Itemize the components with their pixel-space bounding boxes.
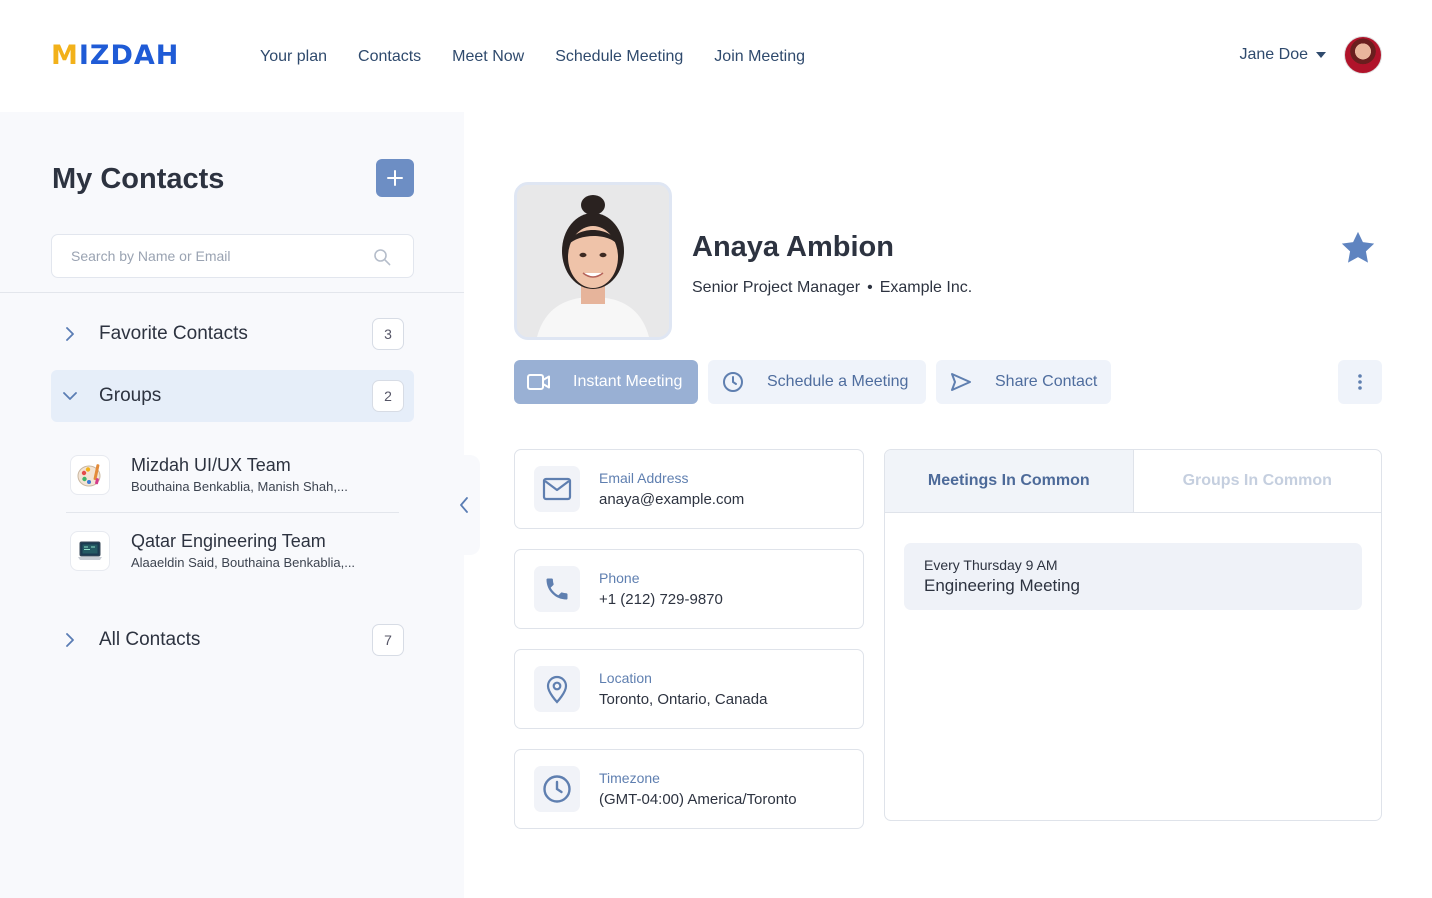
favorite-contacts-count: 3 [372, 318, 404, 350]
chevron-right-icon [63, 327, 77, 341]
chevron-left-icon [460, 497, 468, 513]
add-contact-button[interactable] [376, 159, 414, 197]
all-contacts-section[interactable]: All Contacts 7 [51, 614, 414, 666]
timezone-card: Timezone (GMT-04:00) America/Toronto [514, 749, 864, 829]
group-item-qatar-engineering[interactable]: Qatar Engineering Team Alaaeldin Said, B… [66, 519, 399, 583]
top-header: MIZDAH Your plan Contacts Meet Now Sched… [0, 0, 1432, 112]
email-label: Email Address [599, 469, 689, 486]
location-value: Toronto, Ontario, Canada [599, 690, 768, 708]
instant-meeting-label: Instant Meeting [573, 373, 683, 390]
sidebar-title: My Contacts [52, 163, 225, 195]
contact-subtitle: Senior Project Manager • Example Inc. [692, 278, 972, 298]
clock-icon [721, 370, 745, 394]
contact-job-title: Senior Project Manager [692, 279, 861, 296]
logo-m-letter: M [51, 40, 79, 71]
in-common-panel: Meetings In Common Groups In Common Ever… [884, 449, 1382, 821]
groups-label: Groups [99, 385, 162, 406]
collapse-sidebar-button[interactable] [448, 455, 480, 555]
email-card: Email Address anaya@example.com [514, 449, 864, 529]
chevron-down-icon [63, 389, 77, 403]
tab-groups-in-common[interactable]: Groups In Common [1134, 450, 1382, 512]
email-value[interactable]: anaya@example.com [599, 490, 744, 510]
more-vertical-icon [1358, 374, 1362, 390]
sidebar-divider [0, 292, 464, 293]
favorite-contacts-section[interactable]: Favorite Contacts 3 [51, 308, 414, 360]
mizdah-logo[interactable]: MIZDAH [51, 42, 179, 69]
instant-meeting-button[interactable]: Instant Meeting [514, 360, 698, 404]
user-avatar[interactable] [1344, 36, 1382, 74]
nav-your-plan[interactable]: Your plan [260, 47, 327, 67]
group-members: Alaaeldin Said, Bouthaina Benkablia,... [131, 555, 356, 570]
send-icon [949, 370, 973, 394]
video-camera-icon [527, 370, 551, 394]
phone-label: Phone [599, 569, 640, 586]
search-box [51, 234, 414, 278]
tab-meetings-in-common[interactable]: Meetings In Common [885, 450, 1134, 512]
caret-down-icon [1316, 52, 1326, 58]
meeting-title: Engineering Meeting [924, 576, 1080, 595]
plus-icon [387, 170, 403, 186]
all-contacts-label: All Contacts [99, 629, 201, 650]
all-contacts-count: 7 [372, 624, 404, 656]
nav-meet-now[interactable]: Meet Now [452, 47, 524, 67]
chevron-right-icon [63, 633, 77, 647]
group-name: Qatar Engineering Team [131, 531, 326, 551]
schedule-meeting-label: Schedule a Meeting [767, 373, 909, 390]
phone-value[interactable]: +1 (212) 729-9870 [599, 590, 723, 610]
logo-rest: IZDAH [78, 40, 180, 71]
group-divider [66, 512, 399, 513]
more-options-button[interactable] [1338, 360, 1382, 404]
mail-icon [534, 466, 580, 512]
main-nav: Your plan Contacts Meet Now Schedule Mee… [260, 47, 836, 67]
phone-icon [534, 566, 580, 612]
share-contact-button[interactable]: Share Contact [936, 360, 1111, 404]
user-name: Jane Doe [1239, 46, 1309, 63]
nav-join-meeting[interactable]: Join Meeting [714, 47, 805, 67]
timezone-label: Timezone [599, 769, 660, 786]
location-label: Location [599, 669, 652, 686]
palette-icon [70, 455, 110, 495]
common-meeting-card[interactable]: Every Thursday 9 AM Engineering Meeting [904, 543, 1362, 610]
clock-icon [534, 766, 580, 812]
nav-schedule-meeting[interactable]: Schedule Meeting [555, 47, 683, 67]
groups-count: 2 [372, 380, 404, 412]
contact-name: Anaya Ambion [692, 231, 894, 263]
map-pin-icon [534, 666, 580, 712]
star-icon[interactable] [1339, 229, 1377, 267]
groups-section[interactable]: Groups 2 [51, 370, 414, 422]
contact-company: Example Inc. [879, 279, 973, 296]
group-item-mizdah-uiux[interactable]: Mizdah UI/UX Team Bouthaina Benkablia, M… [66, 443, 399, 507]
nav-contacts[interactable]: Contacts [358, 47, 421, 67]
user-menu[interactable]: Jane Doe [1239, 36, 1382, 74]
favorite-contacts-label: Favorite Contacts [99, 323, 248, 344]
meeting-time: Every Thursday 9 AM [924, 557, 1058, 573]
timezone-value: (GMT-04:00) America/Toronto [599, 790, 797, 808]
contacts-sidebar: My Contacts Favorite Contacts 3 Groups 2… [0, 112, 464, 898]
phone-card: Phone +1 (212) 729-9870 [514, 549, 864, 629]
schedule-meeting-button[interactable]: Schedule a Meeting [708, 360, 926, 404]
search-icon[interactable] [373, 248, 391, 266]
laptop-icon [70, 531, 110, 571]
search-input[interactable] [71, 235, 371, 277]
location-card: Location Toronto, Ontario, Canada [514, 649, 864, 729]
group-name: Mizdah UI/UX Team [131, 455, 291, 475]
in-common-tabs: Meetings In Common Groups In Common [885, 450, 1381, 513]
group-members: Bouthaina Benkablia, Manish Shah,... [131, 479, 348, 494]
subtitle-separator: • [867, 279, 873, 296]
contact-photo [514, 182, 672, 340]
share-contact-label: Share Contact [995, 373, 1098, 390]
